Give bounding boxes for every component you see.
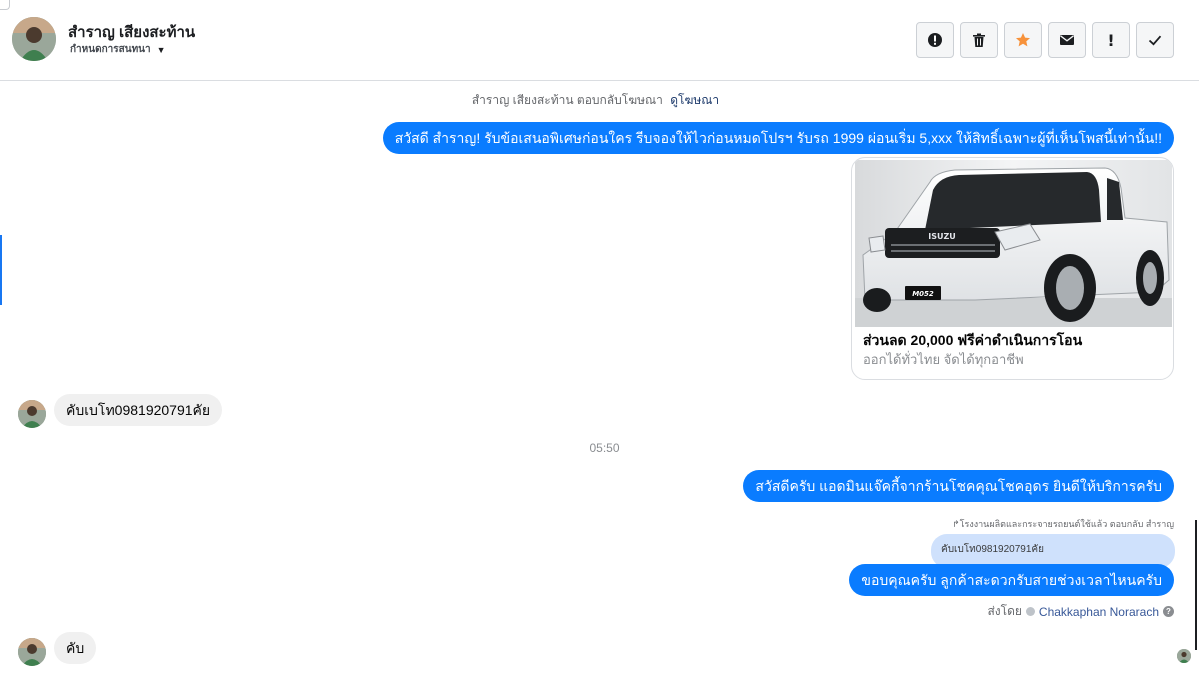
report-spam-button[interactable] — [916, 22, 954, 58]
star-button[interactable] — [1004, 22, 1042, 58]
mark-unread-button[interactable] — [1048, 22, 1086, 58]
grille-brand: ISUZU — [928, 232, 956, 241]
scrollbar[interactable] — [1195, 520, 1197, 650]
ad-subtitle: ออกได้ทั่วไทย จัดได้ทุกอาชีพ — [863, 352, 1024, 367]
conversation-toolbar: ! — [916, 22, 1174, 58]
ad-message-bubble: สวัสดี สำราญ! รับข้อเสนอพิเศษก่อนใคร รีบ… — [382, 122, 1174, 154]
envelope-icon — [1060, 35, 1074, 45]
caret-down-icon: ▼ — [156, 44, 166, 55]
trash-icon — [973, 33, 985, 47]
conversation-header: สำราญ เสียงสะท้าน กำหนดการสนทนา ▼ ! — [0, 0, 1199, 81]
contact-name: สำราญ เสียงสะท้าน — [68, 24, 196, 41]
sender-name[interactable]: Chakkaphan Norarach — [1039, 605, 1159, 619]
reply-arrow-icon: ↱ — [952, 519, 960, 529]
sent-by: ส่งโดย Chakkaphan Norarach ? — [987, 602, 1174, 621]
outgoing-message: สวัสดีครับ แอดมินแจ๊คกี้จากร้านโชคคุณโชค… — [743, 470, 1174, 502]
conversation-label-dropdown[interactable]: กำหนดการสนทนา ▼ — [70, 42, 166, 57]
verified-icon — [1025, 607, 1035, 616]
corner-mark — [0, 0, 10, 10]
incoming-message: คับ — [54, 632, 97, 664]
outgoing-message: ขอบคุณครับ ลูกค้าสะดวกรับสายช่วงเวลาไหนค… — [849, 564, 1174, 596]
incoming-message: คับเบโท0981920791คัย — [54, 394, 223, 426]
avatar[interactable] — [12, 17, 56, 61]
reply-context-text: โรงงานผลิตและกระจายรถยนต์ใช้แล้ว ตอบกลับ… — [959, 519, 1174, 529]
message-timestamp: 05:50 — [589, 441, 620, 455]
check-icon — [1148, 35, 1162, 46]
conversation-label-text: กำหนดการสนทนา — [70, 44, 151, 55]
mark-done-button[interactable] — [1136, 22, 1174, 58]
avatar[interactable] — [18, 400, 46, 428]
quoted-message[interactable]: คับเบโท0981920791คัย — [931, 534, 1175, 568]
ad-image: ISUZU M052 — [855, 160, 1172, 327]
sent-by-label: ส่งโดย — [987, 604, 1022, 618]
star-icon — [1016, 33, 1030, 47]
delete-button[interactable] — [960, 22, 998, 58]
exclamation-icon: ! — [1107, 30, 1115, 50]
avatar[interactable] — [18, 638, 46, 666]
seen-indicator-avatar — [1177, 649, 1191, 663]
left-accent-bar — [0, 235, 2, 305]
view-ad-link[interactable]: ดูโฆษณา — [670, 93, 719, 107]
alert-circle-icon — [928, 33, 942, 47]
ad-reply-text: สำราญ เสียงสะท้าน ตอบกลับโฆษณา — [471, 93, 663, 107]
follow-up-button[interactable]: ! — [1092, 22, 1130, 58]
ad-reply-note: สำราญ เสียงสะท้าน ตอบกลับโฆษณา ดูโฆษณา — [0, 91, 1199, 110]
reply-context: ↱โรงงานผลิตและกระจายรถยนต์ใช้แล้ว ตอบกลั… — [952, 517, 1174, 531]
plate-text: M052 — [912, 290, 934, 298]
help-icon[interactable]: ? — [1163, 606, 1174, 617]
ad-card[interactable]: ISUZU M052 ส่วนลด 20,000 ฟรีค่าดำเนินการ… — [851, 157, 1174, 380]
